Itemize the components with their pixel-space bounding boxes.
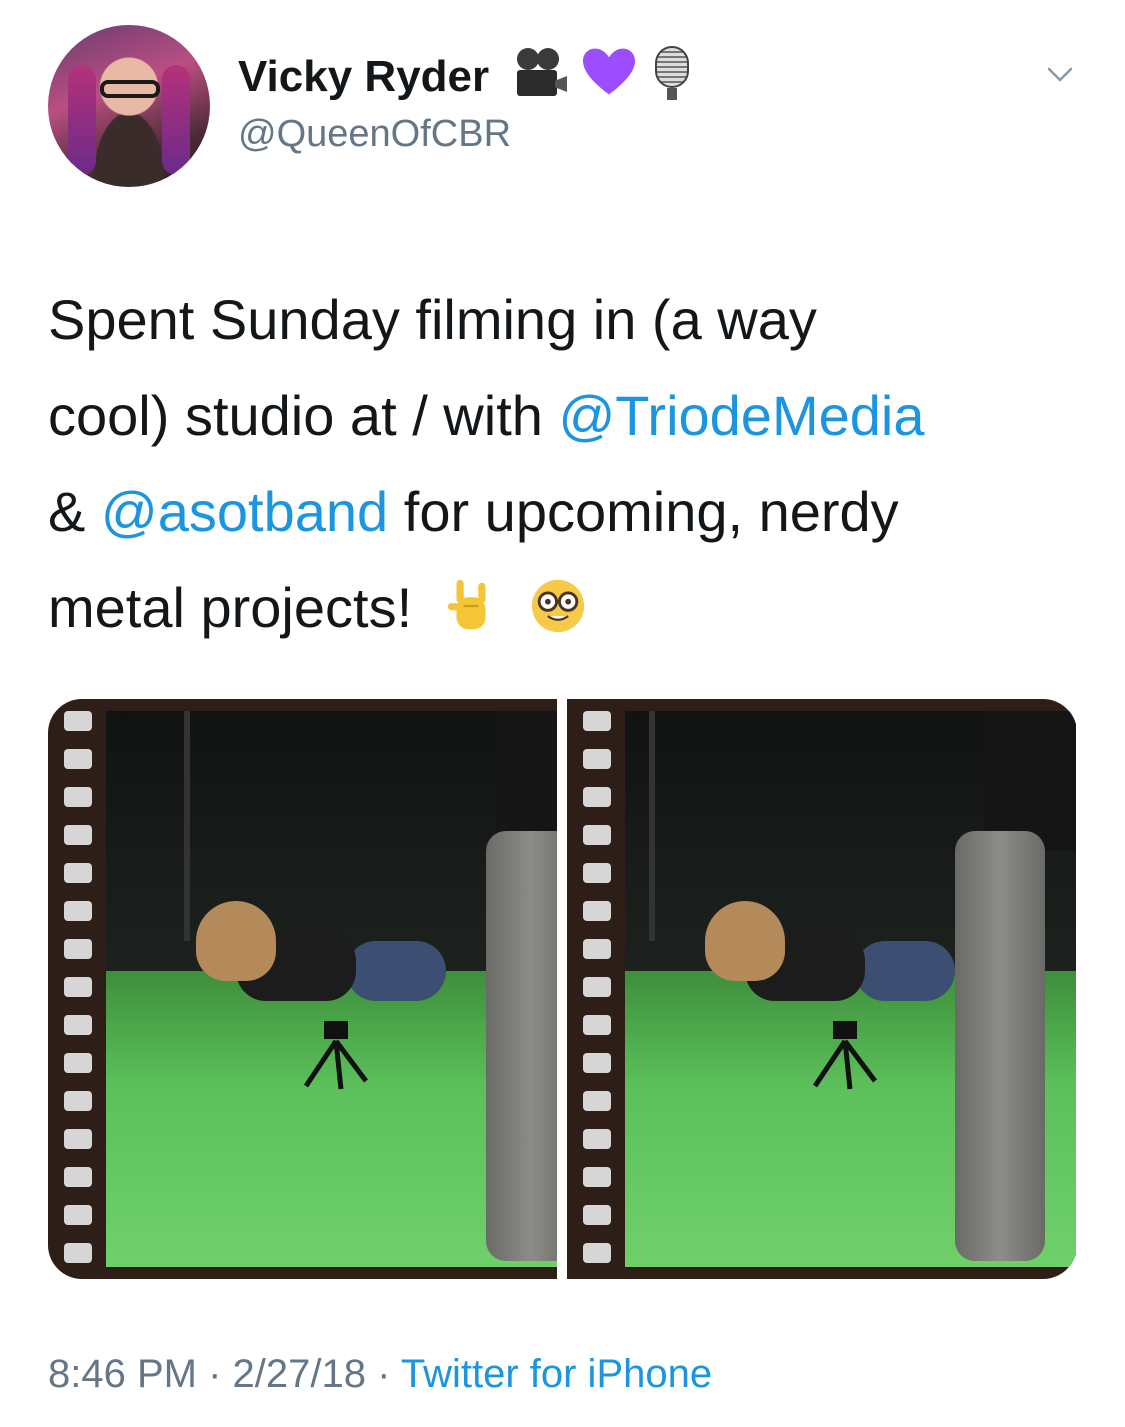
tweet-text-line-2: cool) studio at / with @TriodeMedia <box>48 384 925 447</box>
studio-microphone-icon <box>647 46 699 100</box>
chevron-down-icon[interactable] <box>1046 60 1074 88</box>
movie-camera-icon <box>515 46 567 100</box>
tweet-date[interactable]: 2/27/18 <box>233 1352 366 1396</box>
tweet-text-line-4: metal projects! <box>48 560 1078 656</box>
nerd-face-icon <box>532 579 585 633</box>
sign-of-the-horns-icon <box>447 579 486 630</box>
tweet-text-line-1: Spent Sunday filming in (a way <box>48 288 817 351</box>
purple-heart-icon <box>581 46 635 100</box>
name-emojis <box>515 46 699 100</box>
tweet-text-line-3: & @asotband for upcoming, nerdy <box>48 480 899 543</box>
tweet-source-link[interactable]: Twitter for iPhone <box>401 1352 712 1396</box>
meta-separator: · <box>208 1352 222 1396</box>
tweet-time[interactable]: 8:46 PM <box>48 1352 197 1396</box>
author-handle[interactable]: @QueenOfCBR <box>238 113 511 156</box>
mention-link-triodemedia[interactable]: @TriodeMedia <box>558 384 924 447</box>
author-display-name[interactable]: Vicky Ryder <box>238 52 489 102</box>
tweet-photo-1[interactable] <box>48 699 557 1279</box>
tweet-photo-2[interactable] <box>567 699 1076 1279</box>
meta-separator: · <box>377 1352 391 1396</box>
tweet-text: Spent Sunday filming in (a way cool) stu… <box>48 272 1078 656</box>
author-avatar[interactable] <box>48 25 210 187</box>
tweet-meta: 8:46 PM · 2/27/18 · Twitter for iPhone <box>48 1352 712 1397</box>
tweet-media <box>48 699 1077 1279</box>
mention-link-asotband[interactable]: @asotband <box>101 480 388 543</box>
